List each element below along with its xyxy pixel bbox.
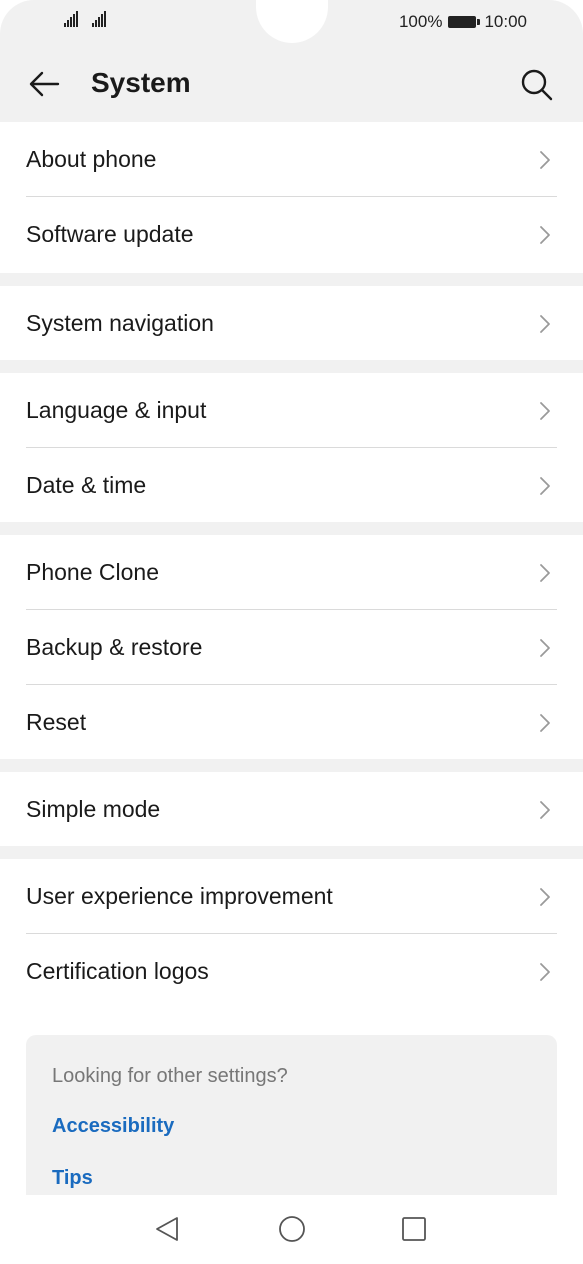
chevron-right-icon [540,402,550,420]
chevron-right-icon [540,226,550,244]
settings-item-label: About phone [26,146,157,172]
nav-back-button[interactable] [145,1207,189,1251]
signal-icon [64,11,78,27]
chevron-right-icon [540,639,550,657]
tips-link[interactable]: Tips [52,1167,93,1190]
chevron-right-icon [540,315,550,333]
status-bar: 100% 10:00 [0,0,583,46]
section-divider [0,522,583,535]
section-divider [0,360,583,373]
accessibility-link[interactable]: Accessibility [52,1115,174,1138]
settings-item-software-update[interactable]: Software update [0,197,583,273]
chevron-right-icon [540,963,550,981]
settings-item-language-input[interactable]: Language & input [0,373,583,448]
search-button[interactable] [514,62,558,106]
chevron-right-icon [540,714,550,732]
navigation-bar [0,1195,583,1264]
settings-item-system-navigation[interactable]: System navigation [0,286,583,360]
settings-item-certification-logos[interactable]: Certification logos [0,934,583,1008]
settings-item-label: Software update [26,221,194,247]
battery-percent: 100% [398,12,443,31]
nav-recents-button[interactable] [392,1207,436,1251]
signal-icon [92,11,106,27]
suggestions-card: Looking for other settings? Accessibilit… [26,1035,557,1195]
clock: 10:00 [484,12,527,31]
settings-item-user-experience-improvement[interactable]: User experience improvement [0,859,583,934]
settings-item-label: Language & input [26,397,207,423]
chevron-right-icon [540,564,550,582]
settings-item-reset[interactable]: Reset [0,685,583,759]
battery-icon [448,16,481,28]
chevron-right-icon [540,477,550,495]
back-button[interactable] [22,62,66,106]
settings-item-label: Date & time [26,472,147,498]
recents-square-icon [402,1217,426,1241]
chevron-right-icon [540,151,550,169]
nav-home-button[interactable] [270,1207,314,1251]
signal-indicators [64,11,106,27]
settings-item-backup-restore[interactable]: Backup & restore [0,610,583,685]
home-circle-icon [279,1216,305,1242]
app-bar: System [0,46,583,122]
chevron-right-icon [540,801,550,819]
camera-notch [256,0,328,43]
search-icon [521,69,553,101]
settings-item-label: Phone Clone [26,559,159,585]
settings-item-label: User experience improvement [26,883,333,909]
section-divider [0,759,583,772]
settings-item-date-time[interactable]: Date & time [0,448,583,522]
page-title: System [91,67,191,98]
settings-list: About phone Software update System navig… [0,122,583,1008]
chevron-right-icon [540,888,550,906]
settings-item-label: Certification logos [26,958,209,984]
settings-item-label: Simple mode [26,796,161,822]
settings-item-label: System navigation [26,310,214,336]
section-divider [0,846,583,859]
suggestions-question: Looking for other settings? [52,1065,288,1087]
status-right: 100% 10:00 [399,12,527,32]
settings-item-label: Reset [26,709,87,735]
section-divider [0,273,583,286]
settings-item-about-phone[interactable]: About phone [0,122,583,197]
settings-item-simple-mode[interactable]: Simple mode [0,772,583,846]
settings-item-label: Backup & restore [26,634,203,660]
arrow-left-icon [29,71,60,97]
back-triangle-icon [156,1217,178,1241]
settings-item-phone-clone[interactable]: Phone Clone [0,535,583,610]
